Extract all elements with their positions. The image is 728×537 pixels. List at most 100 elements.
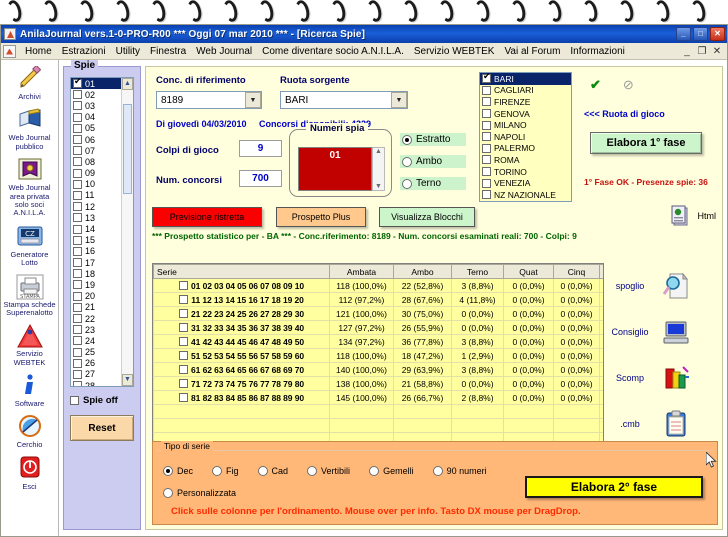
spie-list-item[interactable]: 06 <box>71 134 121 145</box>
check-mark-icon[interactable]: ✔ <box>590 77 601 93</box>
radio-vertibili[interactable]: Vertibili <box>305 465 364 477</box>
cell-serie[interactable]: 71 72 73 74 75 76 77 78 79 80 <box>153 376 330 391</box>
table-row[interactable]: 31 32 33 34 35 36 37 38 39 40 127 (97,2%)… <box>153 320 603 335</box>
spie-list-item[interactable]: 15 <box>71 235 121 246</box>
checkbox-box-icon[interactable] <box>482 120 491 130</box>
checkbox-box-icon[interactable] <box>179 350 189 360</box>
table-row[interactable]: 11 12 13 14 15 16 17 18 19 20 112 (97,2%)… <box>153 292 603 307</box>
rail-item-cerchio[interactable]: Cerchio <box>2 414 58 449</box>
spie-list-item[interactable]: 26 <box>71 358 121 369</box>
spie-list-item[interactable]: 24 <box>71 335 121 346</box>
tool-spoglio[interactable]: spoglio <box>602 263 718 309</box>
radio-gemelli[interactable]: Gemelli <box>367 465 428 477</box>
checkbox-box-icon[interactable] <box>73 213 82 223</box>
spie-off-checkbox[interactable]: Spie off <box>70 395 134 406</box>
conc-riferimento-combobox[interactable]: 8189 ▼ <box>156 91 262 109</box>
numeri-spia-list[interactable]: 01 <box>298 147 372 191</box>
wheel-list-item[interactable]: NAPOLI <box>480 131 571 143</box>
rail-item-generatore-lotto[interactable]: CZ Generatore Lotto <box>2 224 58 268</box>
checkbox-box-icon[interactable] <box>73 325 82 335</box>
spie-list-items[interactable]: 0102030405060708091011121314151617181920… <box>71 78 121 386</box>
column-header-ambata[interactable]: Ambata <box>329 264 394 279</box>
colpi-di-gioco-input[interactable]: 9 <box>239 140 282 157</box>
checkbox-box-icon[interactable] <box>73 235 82 245</box>
table-row[interactable]: 51 52 53 54 55 56 57 58 59 60 118 (100,0%… <box>153 348 603 363</box>
wheel-list-item[interactable]: PALERMO <box>480 143 571 155</box>
spie-list-item[interactable]: 27 <box>71 369 121 380</box>
cell-serie[interactable]: 81 82 83 84 85 86 87 88 89 90 <box>153 390 330 405</box>
rail-item-archivi[interactable]: Archivi <box>2 64 58 101</box>
elabora-1-fase-button[interactable]: Elabora 1° fase <box>590 132 702 154</box>
menu-item-estrazioni[interactable]: Estrazioni <box>57 45 111 58</box>
spie-list-item[interactable]: 19 <box>71 279 121 290</box>
checkbox-box-icon[interactable] <box>73 291 82 301</box>
rail-item-esci[interactable]: Esci <box>2 456 58 491</box>
wheel-list-item[interactable]: GENOVA <box>480 108 571 120</box>
visualizza-blocchi-button[interactable]: Visualizza Blocchi <box>379 207 475 227</box>
spie-list-item[interactable]: 17 <box>71 257 121 268</box>
menu-item-home[interactable]: Home <box>20 45 57 58</box>
spie-list[interactable]: 0102030405060708091011121314151617181920… <box>70 77 134 387</box>
checkbox-box-icon[interactable] <box>73 190 82 200</box>
cell-serie[interactable]: 61 62 63 64 65 66 67 68 69 70 <box>153 362 330 377</box>
spie-list-item[interactable]: 20 <box>71 291 121 302</box>
checkbox-box-icon[interactable] <box>73 179 82 189</box>
radio-fig[interactable]: Fig <box>210 465 253 477</box>
column-header-serie[interactable]: Serie <box>153 264 330 279</box>
scroll-thumb[interactable] <box>123 104 132 194</box>
html-export[interactable]: Html <box>670 205 716 227</box>
results-table-wrapper[interactable]: Serie Ambata Ambo Terno Quat Cinq Ruota … <box>152 263 604 443</box>
scroll-down-icon[interactable]: ▼ <box>375 183 382 190</box>
checkbox-box-icon[interactable] <box>73 202 82 212</box>
menu-item-finestra[interactable]: Finestra <box>145 45 191 58</box>
wheel-list-item[interactable]: MILANO <box>480 119 571 131</box>
checkbox-box-icon[interactable] <box>73 269 82 279</box>
checkbox-box-icon[interactable] <box>179 392 189 402</box>
ruota-sorgente-combobox[interactable]: BARI ▼ <box>280 91 408 109</box>
checkbox-box-icon[interactable] <box>482 155 491 165</box>
numeri-spia-scrollbar[interactable]: ▲ ▼ <box>372 147 385 191</box>
rail-item-stampa-schede[interactable]: STAMPA Stampa schede Superenalotto <box>2 274 58 318</box>
maximize-button[interactable]: □ <box>693 27 708 41</box>
checkbox-box-icon[interactable] <box>179 308 189 318</box>
radio-90-numeri[interactable]: 90 numeri <box>431 465 501 477</box>
rail-item-servizio-webtek[interactable]: Servizio WEBTEK <box>2 323 58 367</box>
tool-scomp[interactable]: Scomp <box>602 355 718 401</box>
checkbox-box-icon[interactable] <box>73 358 82 368</box>
checkbox-box-icon[interactable] <box>73 347 82 357</box>
spie-list-item[interactable]: 23 <box>71 324 121 335</box>
checkbox-box-icon[interactable] <box>73 168 82 178</box>
checkbox-box-icon[interactable] <box>482 190 491 200</box>
spie-list-item[interactable]: 07 <box>71 145 121 156</box>
wheel-list-item[interactable]: FIRENZE <box>480 96 571 108</box>
spie-scrollbar[interactable]: ▲ ▼ <box>121 78 133 386</box>
checkbox-box-icon[interactable] <box>73 381 82 386</box>
checkbox-box-icon[interactable] <box>73 157 82 167</box>
spie-list-item[interactable]: 28 <box>71 380 121 386</box>
mdi-minimize-button[interactable]: _ <box>681 46 693 57</box>
checkbox-box-icon[interactable] <box>179 322 189 332</box>
checkbox-box-icon[interactable] <box>482 167 491 177</box>
column-header-quat[interactable]: Quat <box>503 264 554 279</box>
wheel-list-item[interactable]: ROMA <box>480 154 571 166</box>
checkbox-box-icon[interactable] <box>73 146 82 156</box>
checkbox-box-icon[interactable] <box>73 123 82 133</box>
table-row[interactable]: 71 72 73 74 75 76 77 78 79 80 138 (100,0%… <box>153 376 603 391</box>
checkbox-box-icon[interactable] <box>73 302 82 312</box>
table-row[interactable]: 01 02 03 04 05 06 07 08 09 10 118 (100,0%… <box>153 278 603 293</box>
scroll-up-icon[interactable]: ▲ <box>375 148 382 155</box>
scroll-up-icon[interactable]: ▲ <box>122 78 133 90</box>
prospetto-plus-button[interactable]: Prospetto Plus <box>276 207 366 227</box>
scroll-track[interactable] <box>122 90 133 374</box>
menu-item-servizio-webtek[interactable]: Servizio WEBTEK <box>409 45 500 58</box>
spie-list-item[interactable]: 08 <box>71 156 121 167</box>
spie-list-item[interactable]: 12 <box>71 201 121 212</box>
spie-list-item[interactable]: 04 <box>71 112 121 123</box>
radio-cad[interactable]: Cad <box>256 465 303 477</box>
checkbox-box-icon[interactable] <box>482 178 491 188</box>
cell-serie[interactable]: 41 42 43 44 45 46 47 48 49 50 <box>153 334 330 349</box>
column-header-cinq[interactable]: Cinq <box>553 264 600 279</box>
spie-list-item[interactable]: 05 <box>71 123 121 134</box>
cell-serie[interactable]: 21 22 23 24 25 26 27 28 29 30 <box>153 306 330 321</box>
spie-list-item[interactable]: 02 <box>71 89 121 100</box>
